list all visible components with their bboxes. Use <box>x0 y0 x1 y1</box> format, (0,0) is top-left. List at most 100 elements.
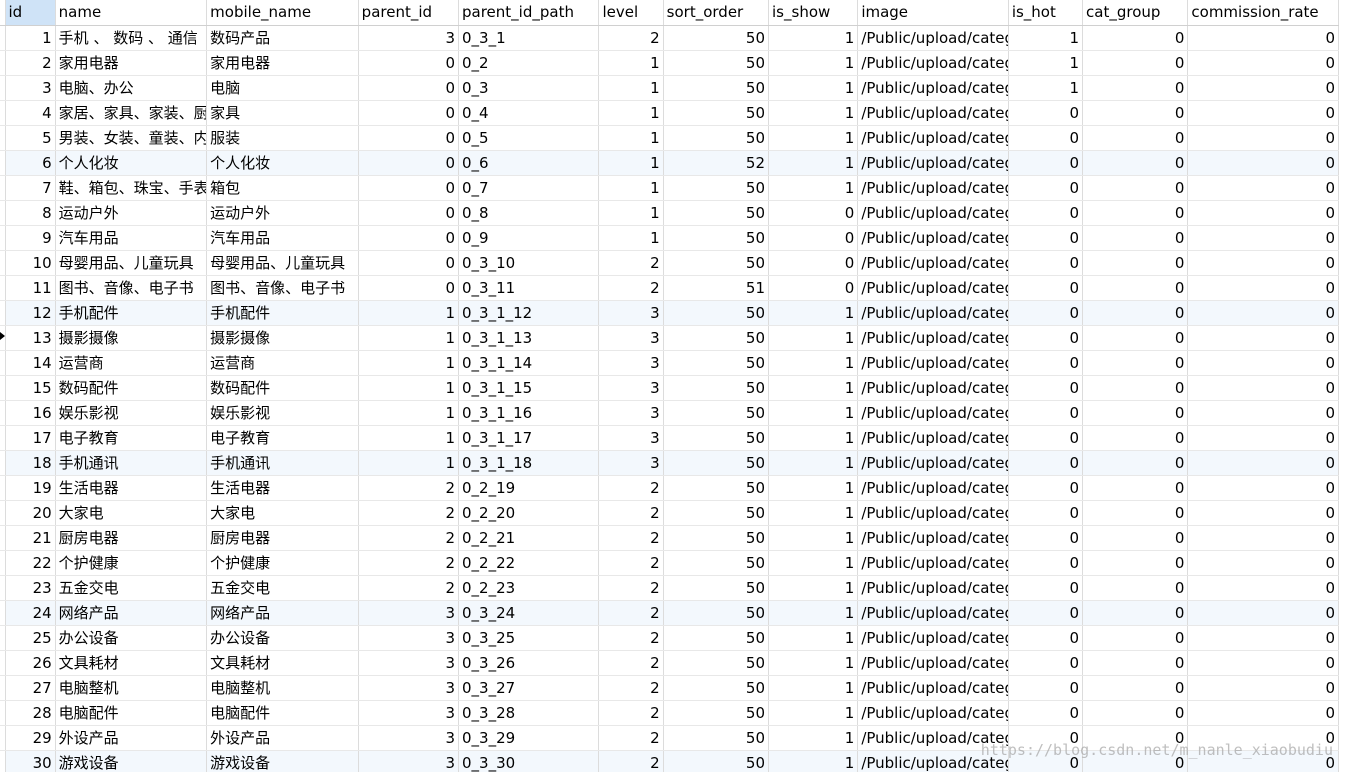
cell-id[interactable]: 14 <box>5 350 56 376</box>
table-row[interactable]: 3 电脑、办公 电脑 0 0_3 1 50 1/Public/upload/categ 1 0 0 <box>0 75 1339 101</box>
cell-is-hot[interactable]: 0 <box>1008 500 1084 526</box>
cell-level[interactable]: 3 <box>598 450 664 476</box>
cell-parent-id[interactable]: 0 <box>358 200 460 226</box>
table-row[interactable]: 14 运营商 运营商 1 0_3_1_14 3 50 1/Public/upload/cate… <box>0 350 1339 376</box>
cell-is-hot[interactable]: 0 <box>1008 250 1084 276</box>
cell-parent-id[interactable]: 2 <box>358 525 460 551</box>
cell-is-hot[interactable]: 0 <box>1008 600 1084 626</box>
cell-level[interactable]: 3 <box>598 400 664 426</box>
cell-cat-group[interactable]: 0 <box>1082 425 1189 451</box>
cell-name[interactable]: 鞋、箱包、珠宝、手表 <box>55 175 208 201</box>
table-row[interactable]: 7 鞋、箱包、珠宝、手表 箱包 0 0_7 1 50 1/Public/upload/cate… <box>0 175 1339 201</box>
cell-name[interactable]: 男装、女装、童装、内 <box>55 125 208 151</box>
cell-parent-id-path[interactable]: 0_2_21 <box>458 525 600 551</box>
cell-mobile-name[interactable]: 母婴用品、儿童玩具 <box>206 250 359 276</box>
table-row[interactable]: 15 数码配件 数码配件 1 0_3_1_15 3 50 1/Public/upload/ca… <box>0 375 1339 401</box>
table-row[interactable]: 16 娱乐影视 娱乐影视 1 0_3_1_16 3 50 1/Public/upload/ca… <box>0 400 1339 426</box>
cell-commission-rate[interactable]: 0 <box>1187 300 1339 326</box>
cell-mobile-name[interactable]: 五金交电 <box>206 575 359 601</box>
cell-id[interactable]: 11 <box>5 275 56 301</box>
column-header-parent-id-path[interactable]: parent_id_path <box>458 0 600 26</box>
cell-id[interactable]: 22 <box>5 550 56 576</box>
cell-parent-id-path[interactable]: 0_3_1_14 <box>458 350 600 376</box>
cell-cat-group[interactable]: 0 <box>1082 200 1189 226</box>
cell-cat-group[interactable]: 0 <box>1082 325 1189 351</box>
cell-parent-id-path[interactable]: 0_2_23 <box>458 575 600 601</box>
cell-name[interactable]: 手机通讯 <box>55 450 208 476</box>
cell-image[interactable]: /Public/upload/categ <box>857 750 1009 772</box>
cell-cat-group[interactable]: 0 <box>1082 575 1189 601</box>
cell-level[interactable]: 2 <box>598 700 664 726</box>
cell-image[interactable]: /Public/upload/categ <box>857 25 1009 51</box>
cell-commission-rate[interactable]: 0 <box>1187 625 1339 651</box>
cell-level[interactable]: 1 <box>598 100 664 126</box>
cell-name[interactable]: 办公设备 <box>55 625 208 651</box>
cell-parent-id[interactable]: 0 <box>358 275 460 301</box>
cell-cat-group[interactable]: 0 <box>1082 725 1189 751</box>
cell-parent-id-path[interactable]: 0_3_1_16 <box>458 400 600 426</box>
cell-image[interactable]: /Public/upload/categ <box>857 450 1009 476</box>
cell-is-show[interactable]: 1 <box>768 600 859 626</box>
cell-image[interactable]: /Public/upload/categ <box>857 275 1009 301</box>
cell-mobile-name[interactable]: 汽车用品 <box>206 225 359 251</box>
cell-commission-rate[interactable]: 0 <box>1187 75 1339 101</box>
cell-is-hot[interactable]: 0 <box>1008 575 1084 601</box>
cell-parent-id[interactable]: 3 <box>358 750 460 772</box>
cell-mobile-name[interactable]: 数码配件 <box>206 375 359 401</box>
table-row[interactable]: 6 个人化妆 个人化妆 0 0_6 1 52 1/Public/upload/categ 0 0 0 <box>0 150 1339 176</box>
cell-name[interactable]: 电脑整机 <box>55 675 208 701</box>
cell-id[interactable]: 16 <box>5 400 56 426</box>
table-row[interactable]: 18 手机通讯 手机通讯 1 0_3_1_18 3 50 1/Public/upload/ca… <box>0 450 1339 476</box>
cell-level[interactable]: 2 <box>598 475 664 501</box>
cell-cat-group[interactable]: 0 <box>1082 675 1189 701</box>
cell-commission-rate[interactable]: 0 <box>1187 275 1339 301</box>
cell-parent-id[interactable]: 2 <box>358 550 460 576</box>
cell-id[interactable]: 7 <box>5 175 56 201</box>
cell-is-hot[interactable]: 0 <box>1008 175 1084 201</box>
cell-commission-rate[interactable]: 0 <box>1187 525 1339 551</box>
cell-id[interactable]: 15 <box>5 375 56 401</box>
cell-id[interactable]: 24 <box>5 600 56 626</box>
cell-name[interactable]: 运动户外 <box>55 200 208 226</box>
cell-parent-id-path[interactable]: 0_3_1_18 <box>458 450 600 476</box>
cell-name[interactable]: 家用电器 <box>55 50 208 76</box>
cell-image[interactable]: /Public/upload/categ <box>857 350 1009 376</box>
cell-id[interactable]: 1 <box>5 25 56 51</box>
cell-is-show[interactable]: 1 <box>768 675 859 701</box>
cell-sort-order[interactable]: 50 <box>663 550 770 576</box>
cell-is-show[interactable]: 1 <box>768 425 859 451</box>
cell-level[interactable]: 2 <box>598 25 664 51</box>
cell-cat-group[interactable]: 0 <box>1082 650 1189 676</box>
cell-image[interactable]: /Public/upload/categ <box>857 475 1009 501</box>
cell-cat-group[interactable]: 0 <box>1082 750 1189 772</box>
cell-name[interactable]: 网络产品 <box>55 600 208 626</box>
cell-cat-group[interactable]: 0 <box>1082 550 1189 576</box>
cell-image[interactable]: /Public/upload/categ <box>857 675 1009 701</box>
cell-mobile-name[interactable]: 游戏设备 <box>206 750 359 772</box>
cell-id[interactable]: 25 <box>5 625 56 651</box>
table-row[interactable]: 29 外设产品 外设产品 3 0_3_29 2 50 1/Public/upload/cate… <box>0 725 1339 751</box>
cell-mobile-name[interactable]: 摄影摄像 <box>206 325 359 351</box>
cell-name[interactable]: 厨房电器 <box>55 525 208 551</box>
cell-sort-order[interactable]: 50 <box>663 700 770 726</box>
cell-commission-rate[interactable]: 0 <box>1187 125 1339 151</box>
cell-id[interactable]: 29 <box>5 725 56 751</box>
cell-level[interactable]: 1 <box>598 225 664 251</box>
table-row[interactable]: 20 大家电 大家电 2 0_2_20 2 50 1/Public/upload/categ 0… <box>0 500 1339 526</box>
cell-parent-id-path[interactable]: 0_3_1_17 <box>458 425 600 451</box>
cell-is-show[interactable]: 1 <box>768 500 859 526</box>
column-header-name[interactable]: name <box>55 0 208 26</box>
cell-is-hot[interactable]: 0 <box>1008 375 1084 401</box>
cell-is-show[interactable]: 1 <box>768 575 859 601</box>
cell-id[interactable]: 18 <box>5 450 56 476</box>
cell-sort-order[interactable]: 50 <box>663 525 770 551</box>
table-row[interactable]: 11 图书、音像、电子书 图书、音像、电子书 0 0_3_11 2 51 0/Public/u… <box>0 275 1339 301</box>
cell-sort-order[interactable]: 50 <box>663 725 770 751</box>
column-header-parent-id[interactable]: parent_id <box>358 0 460 26</box>
table-row[interactable]: 1 手机 、 数码 、 通信 数码产品 3 0_3_1 2 50 1/Public/uploa… <box>0 25 1339 51</box>
cell-commission-rate[interactable]: 0 <box>1187 650 1339 676</box>
cell-sort-order[interactable]: 50 <box>663 600 770 626</box>
cell-commission-rate[interactable]: 0 <box>1187 200 1339 226</box>
cell-commission-rate[interactable]: 0 <box>1187 375 1339 401</box>
cell-level[interactable]: 2 <box>598 600 664 626</box>
